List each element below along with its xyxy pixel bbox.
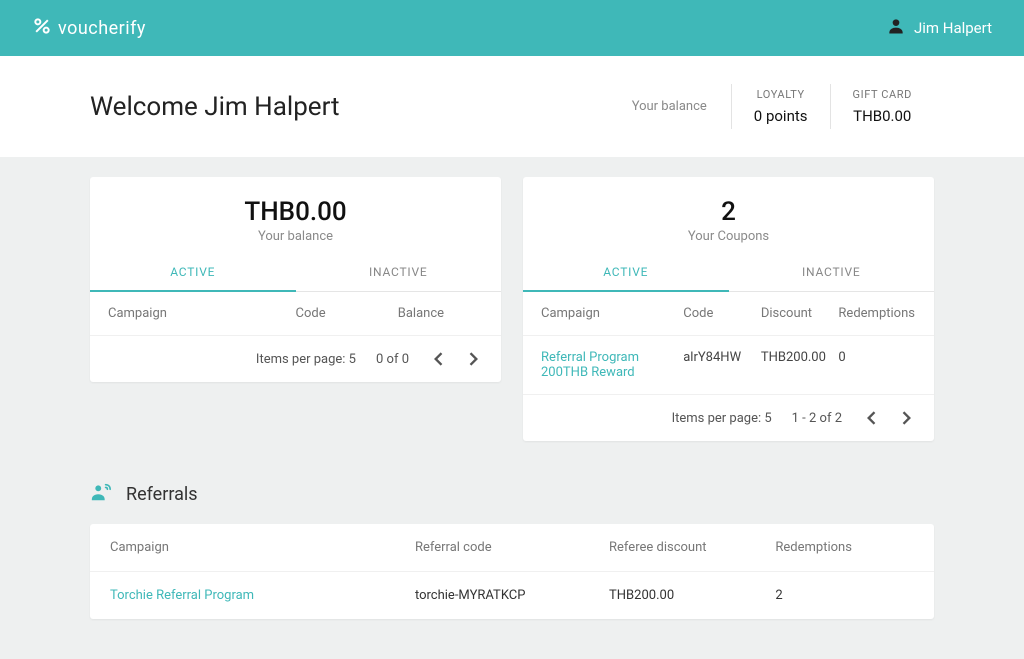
- your-balance-label: Your balance: [632, 99, 707, 114]
- coupons-pager: Items per page: 5 1 - 2 of 2: [523, 394, 934, 441]
- page-range: 1 - 2 of 2: [792, 411, 842, 426]
- brand-logo[interactable]: voucherify: [32, 16, 146, 41]
- col-discount: Discount: [761, 306, 839, 321]
- referrals-icon: [90, 481, 112, 508]
- page-range: 0 of 0: [376, 352, 409, 367]
- giftcard-stat: GIFT CARD THB0.00: [830, 84, 934, 129]
- cell-redemptions: 0: [838, 350, 916, 380]
- col-referral-code: Referral code: [415, 540, 609, 555]
- prev-page-button[interactable]: [862, 407, 880, 429]
- giftcard-label: GIFT CARD: [853, 88, 912, 101]
- loyalty-label: LOYALTY: [754, 88, 808, 101]
- user-menu[interactable]: Jim Halpert: [886, 16, 992, 40]
- top-stats: Your balance LOYALTY 0 points GIFT CARD …: [632, 84, 934, 129]
- top-bar: voucherify Jim Halpert: [0, 0, 1024, 56]
- items-per-page[interactable]: Items per page: 5: [256, 352, 356, 367]
- cell-discount: THB200.00: [761, 350, 839, 380]
- coupons-subtitle: Your Coupons: [523, 229, 934, 244]
- table-row: Referral Program 200THB Reward alrY84HW …: [523, 335, 934, 394]
- referrals-title: Referrals: [126, 484, 198, 505]
- cell-referral-code: torchie-MYRATKCP: [415, 588, 609, 603]
- balance-value: THB0.00: [90, 197, 501, 227]
- table-row: Torchie Referral Program torchie-MYRATKC…: [90, 572, 934, 619]
- balance-subtitle: Your balance: [90, 229, 501, 244]
- cell-redemptions: 2: [775, 588, 914, 603]
- balance-card: THB0.00 Your balance ACTIVE INACTIVE Cam…: [90, 177, 501, 382]
- col-campaign: Campaign: [110, 540, 415, 555]
- referral-campaign-link[interactable]: Torchie Referral Program: [110, 588, 254, 603]
- tab-coupons-inactive[interactable]: INACTIVE: [729, 254, 935, 292]
- next-page-button[interactable]: [465, 348, 483, 370]
- tab-balance-inactive[interactable]: INACTIVE: [296, 254, 502, 292]
- balance-pager: Items per page: 5 0 of 0: [90, 335, 501, 382]
- col-campaign: Campaign: [108, 306, 296, 321]
- campaign-link[interactable]: Referral Program 200THB Reward: [541, 350, 639, 380]
- percent-icon: [32, 16, 52, 41]
- tab-coupons-active[interactable]: ACTIVE: [523, 254, 729, 292]
- referrals-section: Referrals Campaign Referral code Referee…: [90, 481, 934, 619]
- coupons-card: 2 Your Coupons ACTIVE INACTIVE Campaign …: [523, 177, 934, 441]
- col-referee-discount: Referee discount: [609, 540, 775, 555]
- items-per-page[interactable]: Items per page: 5: [672, 411, 772, 426]
- col-redemptions: Redemptions: [838, 306, 916, 321]
- col-code: Code: [683, 306, 761, 321]
- loyalty-stat: LOYALTY 0 points: [731, 84, 830, 129]
- col-balance: Balance: [398, 306, 483, 321]
- loyalty-value: 0 points: [754, 107, 808, 125]
- next-page-button[interactable]: [898, 407, 916, 429]
- giftcard-value: THB0.00: [853, 107, 912, 125]
- tab-balance-active[interactable]: ACTIVE: [90, 254, 296, 292]
- prev-page-button[interactable]: [429, 348, 447, 370]
- user-name: Jim Halpert: [914, 19, 992, 37]
- user-avatar-icon: [886, 16, 906, 40]
- cell-code: alrY84HW: [683, 350, 761, 380]
- cell-referee-discount: THB200.00: [609, 588, 775, 603]
- col-campaign: Campaign: [541, 306, 683, 321]
- page-title: Welcome Jim Halpert: [90, 92, 340, 122]
- brand-text: voucherify: [58, 18, 146, 39]
- col-redemptions: Redemptions: [775, 540, 914, 555]
- coupons-value: 2: [523, 197, 934, 227]
- hero: Welcome Jim Halpert Your balance LOYALTY…: [0, 56, 1024, 157]
- col-code: Code: [296, 306, 398, 321]
